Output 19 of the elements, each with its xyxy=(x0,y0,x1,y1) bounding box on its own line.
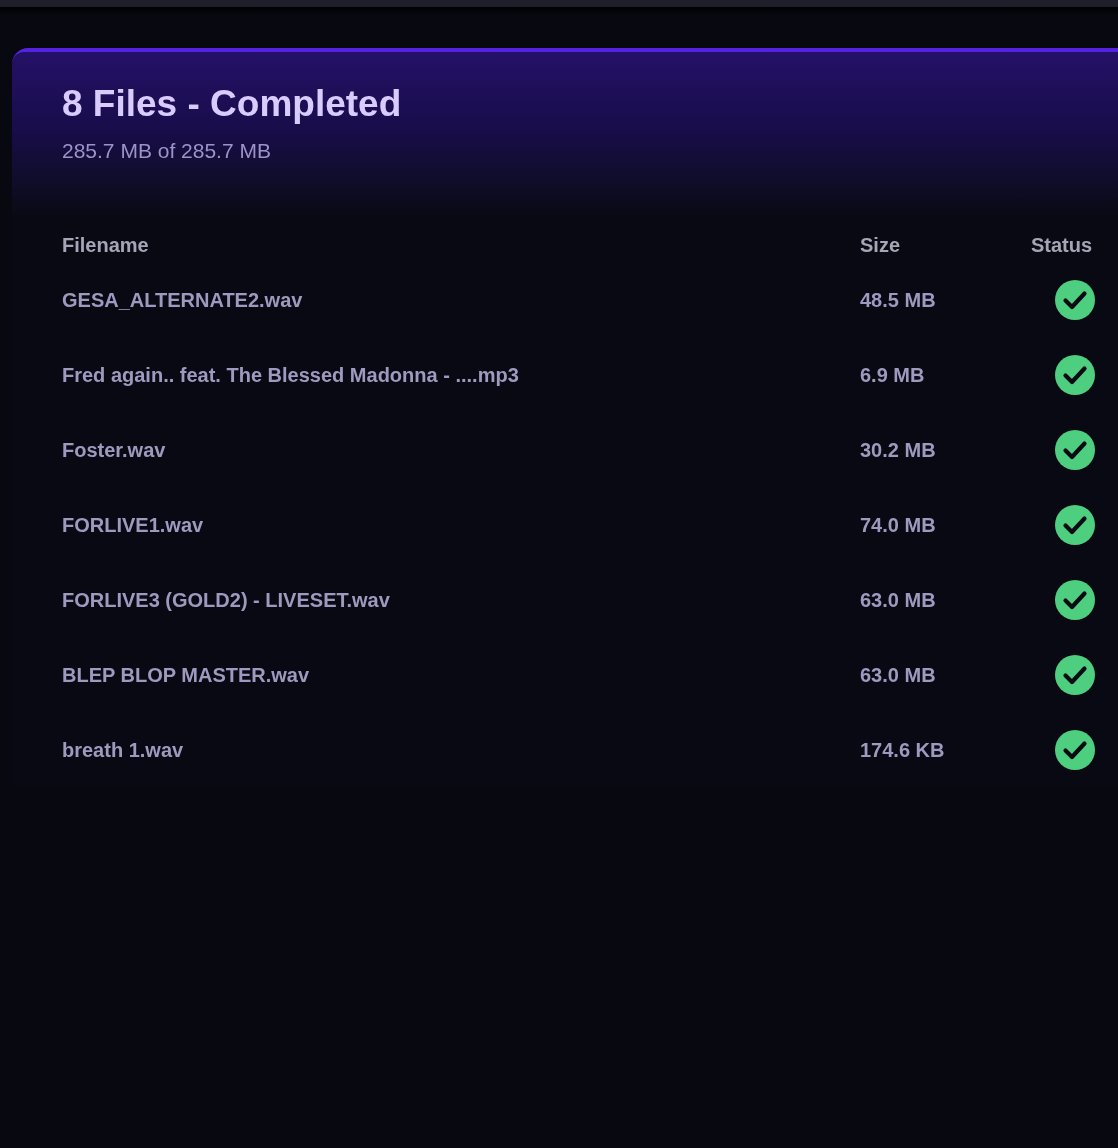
filename-text: FORLIVE1.wav xyxy=(62,512,204,538)
size-text: 6.9 MB xyxy=(860,362,925,388)
filename-text: Fred again.. feat. The Blessed Madonna - ....mp3 xyxy=(62,362,519,388)
column-header: Status xyxy=(1031,232,1093,258)
size-text: 63.0 MB xyxy=(860,662,936,688)
filename-text: BLEP BLOP MASTER.wav xyxy=(62,662,310,688)
filename-text: Foster.wav xyxy=(62,437,166,463)
panel-title: 8 Files - Completed xyxy=(62,82,402,126)
filename-text: breath 1.wav xyxy=(62,737,184,763)
transfer-summary: 285.7 MB of 285.7 MB xyxy=(62,138,271,164)
size-text: 30.2 MB xyxy=(860,437,936,463)
size-text: 63.0 MB xyxy=(860,587,936,613)
column-header: Filename xyxy=(62,232,149,258)
size-text: 74.0 MB xyxy=(860,512,936,538)
size-text: 48.5 MB xyxy=(860,287,936,313)
size-text: 174.6 KB xyxy=(860,737,945,763)
filename-text: FORLIVE3 (GOLD2) - LIVESET.wav xyxy=(62,587,390,613)
filename-text: GESA_ALTERNATE2.wav xyxy=(62,287,303,313)
column-header: Size xyxy=(860,232,901,258)
